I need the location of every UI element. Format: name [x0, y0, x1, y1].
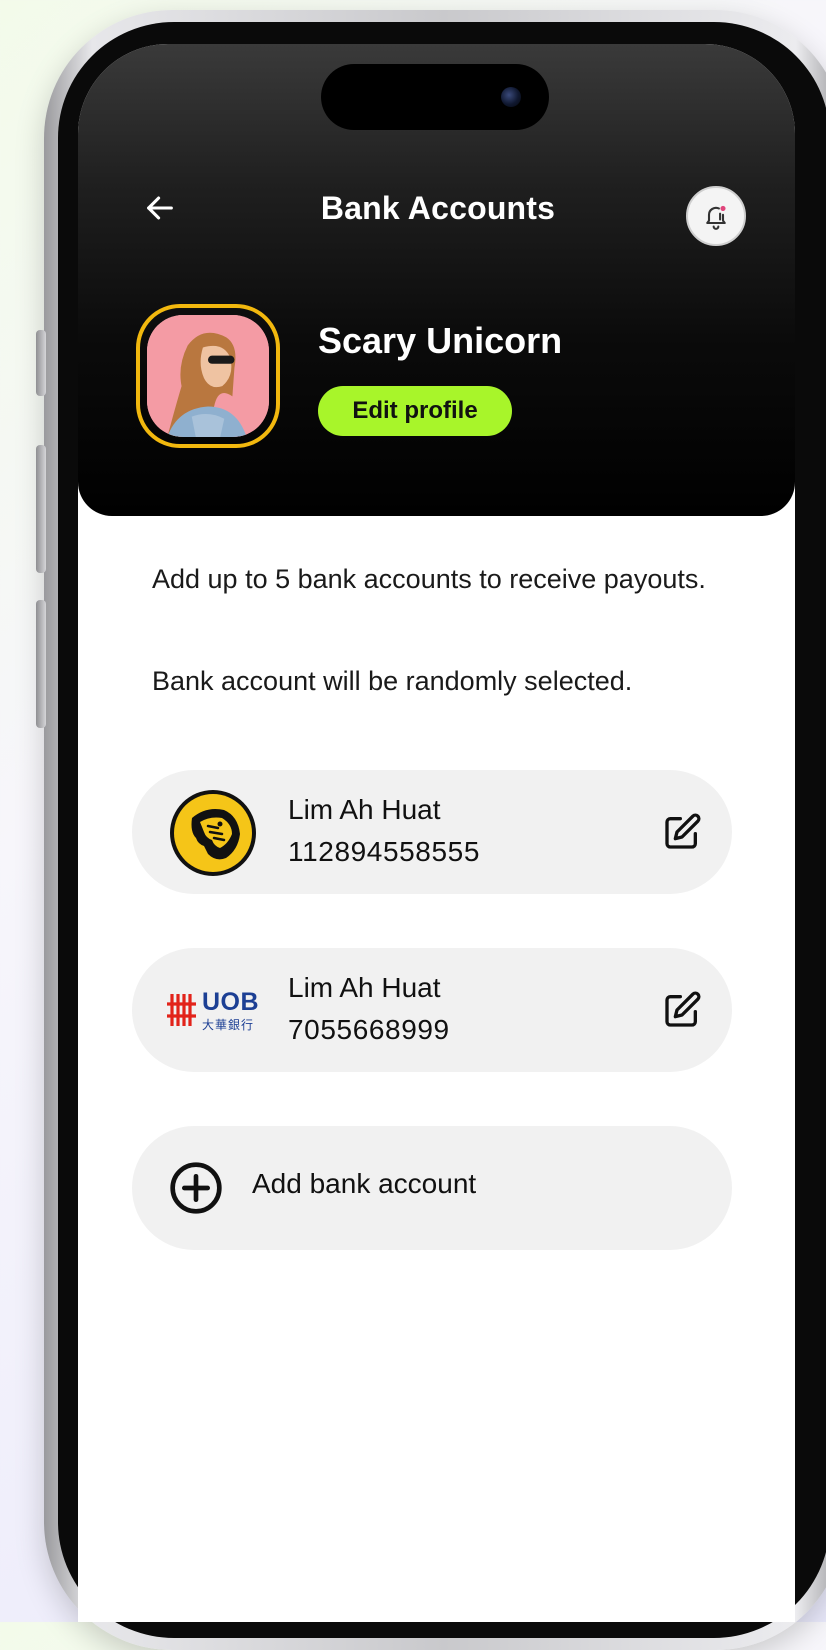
account-number: 112894558555	[288, 836, 480, 867]
edit-pencil-icon[interactable]	[662, 990, 702, 1030]
profile-header: Bank Accounts Scary Unicorn Edit profile	[78, 44, 795, 516]
maybank-tiger-logo	[168, 788, 258, 878]
uob-logo-subtext: 大華銀行	[202, 1018, 255, 1032]
add-bank-account-button[interactable]: Add bank account	[132, 1126, 732, 1250]
bell-notification-icon	[706, 205, 726, 230]
dynamic-island	[321, 64, 549, 130]
avatar[interactable]	[136, 304, 280, 448]
phone-side-button-volume-up	[36, 445, 46, 573]
bank-account-card[interactable]: UOB 大華銀行 Lim Ah Huat 7055668999	[132, 948, 732, 1072]
bank-account-card[interactable]: Lim Ah Huat 112894558555	[132, 770, 732, 894]
profile-name: Scary Unicorn	[318, 320, 563, 361]
uob-logo: UOB 大華銀行	[166, 976, 266, 1046]
add-bank-account-label: Add bank account	[252, 1168, 477, 1199]
back-button[interactable]	[140, 188, 180, 228]
account-number: 7055668999	[288, 1014, 450, 1045]
avatar-person-illustration	[147, 315, 269, 437]
front-camera	[501, 87, 521, 107]
info-limit-text: Add up to 5 bank accounts to receive pay…	[152, 564, 706, 594]
plus-circle-icon	[170, 1162, 222, 1214]
edit-profile-button[interactable]: Edit profile	[318, 386, 512, 436]
app-screen: Bank Accounts Scary Unicorn Edit profile…	[78, 44, 795, 1622]
avatar-photo	[147, 315, 269, 437]
edit-pencil-icon[interactable]	[662, 812, 702, 852]
account-holder-name: Lim Ah Huat	[288, 972, 441, 1003]
uob-logo-text: UOB	[202, 988, 260, 1016]
info-random-text: Bank account will be randomly selected.	[152, 666, 633, 696]
phone-side-button-volume-down	[36, 600, 46, 728]
account-holder-name: Lim Ah Huat	[288, 794, 441, 825]
page-title: Bank Accounts	[320, 190, 556, 226]
notification-button[interactable]	[686, 186, 746, 246]
phone-side-button-action	[36, 330, 46, 396]
arrow-left-icon	[147, 196, 173, 220]
